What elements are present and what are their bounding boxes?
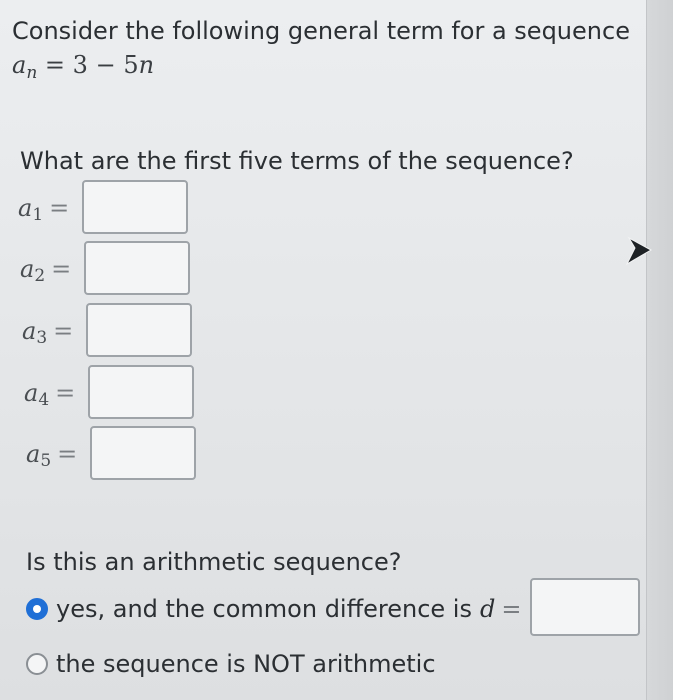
formula-rhs-var: n bbox=[138, 51, 155, 79]
formula-const: 3 bbox=[72, 51, 88, 79]
term-sub: 2 bbox=[34, 266, 46, 286]
term-label-2: a2 = bbox=[20, 255, 86, 286]
mouse-pointer-icon bbox=[625, 236, 653, 266]
common-difference-input[interactable] bbox=[530, 578, 640, 636]
term-sub: 5 bbox=[40, 451, 52, 471]
term-sub: 4 bbox=[38, 390, 50, 410]
term-label-4: a4 = bbox=[24, 379, 90, 410]
term-eq: = bbox=[53, 317, 74, 345]
term-label-1: a1 = bbox=[18, 194, 84, 225]
formula-coef: 5 bbox=[123, 51, 139, 79]
term-eq: = bbox=[51, 255, 72, 283]
term-input-5[interactable] bbox=[90, 426, 196, 480]
formula-sub: n bbox=[26, 63, 38, 83]
formula-minus: − bbox=[95, 51, 116, 79]
option-not-arithmetic-label: the sequence is NOT arithmetic bbox=[56, 650, 436, 678]
term-eq: = bbox=[49, 194, 70, 222]
problem-intro: Consider the following general term for … bbox=[12, 17, 630, 45]
term-input-2[interactable] bbox=[84, 241, 190, 295]
term-var: a bbox=[26, 440, 41, 468]
term-label-3: a3 = bbox=[22, 317, 88, 348]
term-var: a bbox=[20, 255, 35, 283]
formula-eq: = bbox=[44, 51, 66, 79]
term-input-4[interactable] bbox=[88, 365, 194, 419]
term-var: a bbox=[24, 379, 39, 407]
common-difference-var: d bbox=[479, 595, 496, 623]
radio-not-arithmetic-icon[interactable] bbox=[26, 653, 48, 675]
right-scroll-strip bbox=[646, 0, 673, 700]
option-not-arithmetic[interactable]: the sequence is NOT arithmetic bbox=[26, 649, 436, 679]
term-sub: 3 bbox=[36, 328, 48, 348]
option-yes-label: yes, and the common difference is bbox=[56, 595, 472, 623]
formula-var: a bbox=[12, 51, 27, 79]
term-input-3[interactable] bbox=[86, 303, 192, 357]
general-term-formula: an = 3 − 5n bbox=[12, 50, 154, 83]
term-var: a bbox=[18, 194, 33, 222]
arithmetic-question: Is this an arithmetic sequence? bbox=[26, 548, 402, 576]
common-difference-eq: = bbox=[501, 595, 522, 623]
term-var: a bbox=[22, 317, 37, 345]
first-five-terms-question: What are the first five terms of the seq… bbox=[20, 147, 574, 175]
term-sub: 1 bbox=[32, 205, 44, 225]
radio-yes-selected-icon[interactable] bbox=[26, 598, 48, 620]
term-input-1[interactable] bbox=[82, 180, 188, 234]
term-eq: = bbox=[57, 440, 78, 468]
term-label-5: a5 = bbox=[26, 440, 92, 471]
term-eq: = bbox=[55, 379, 76, 407]
option-yes[interactable]: yes, and the common difference is d = bbox=[26, 594, 521, 624]
